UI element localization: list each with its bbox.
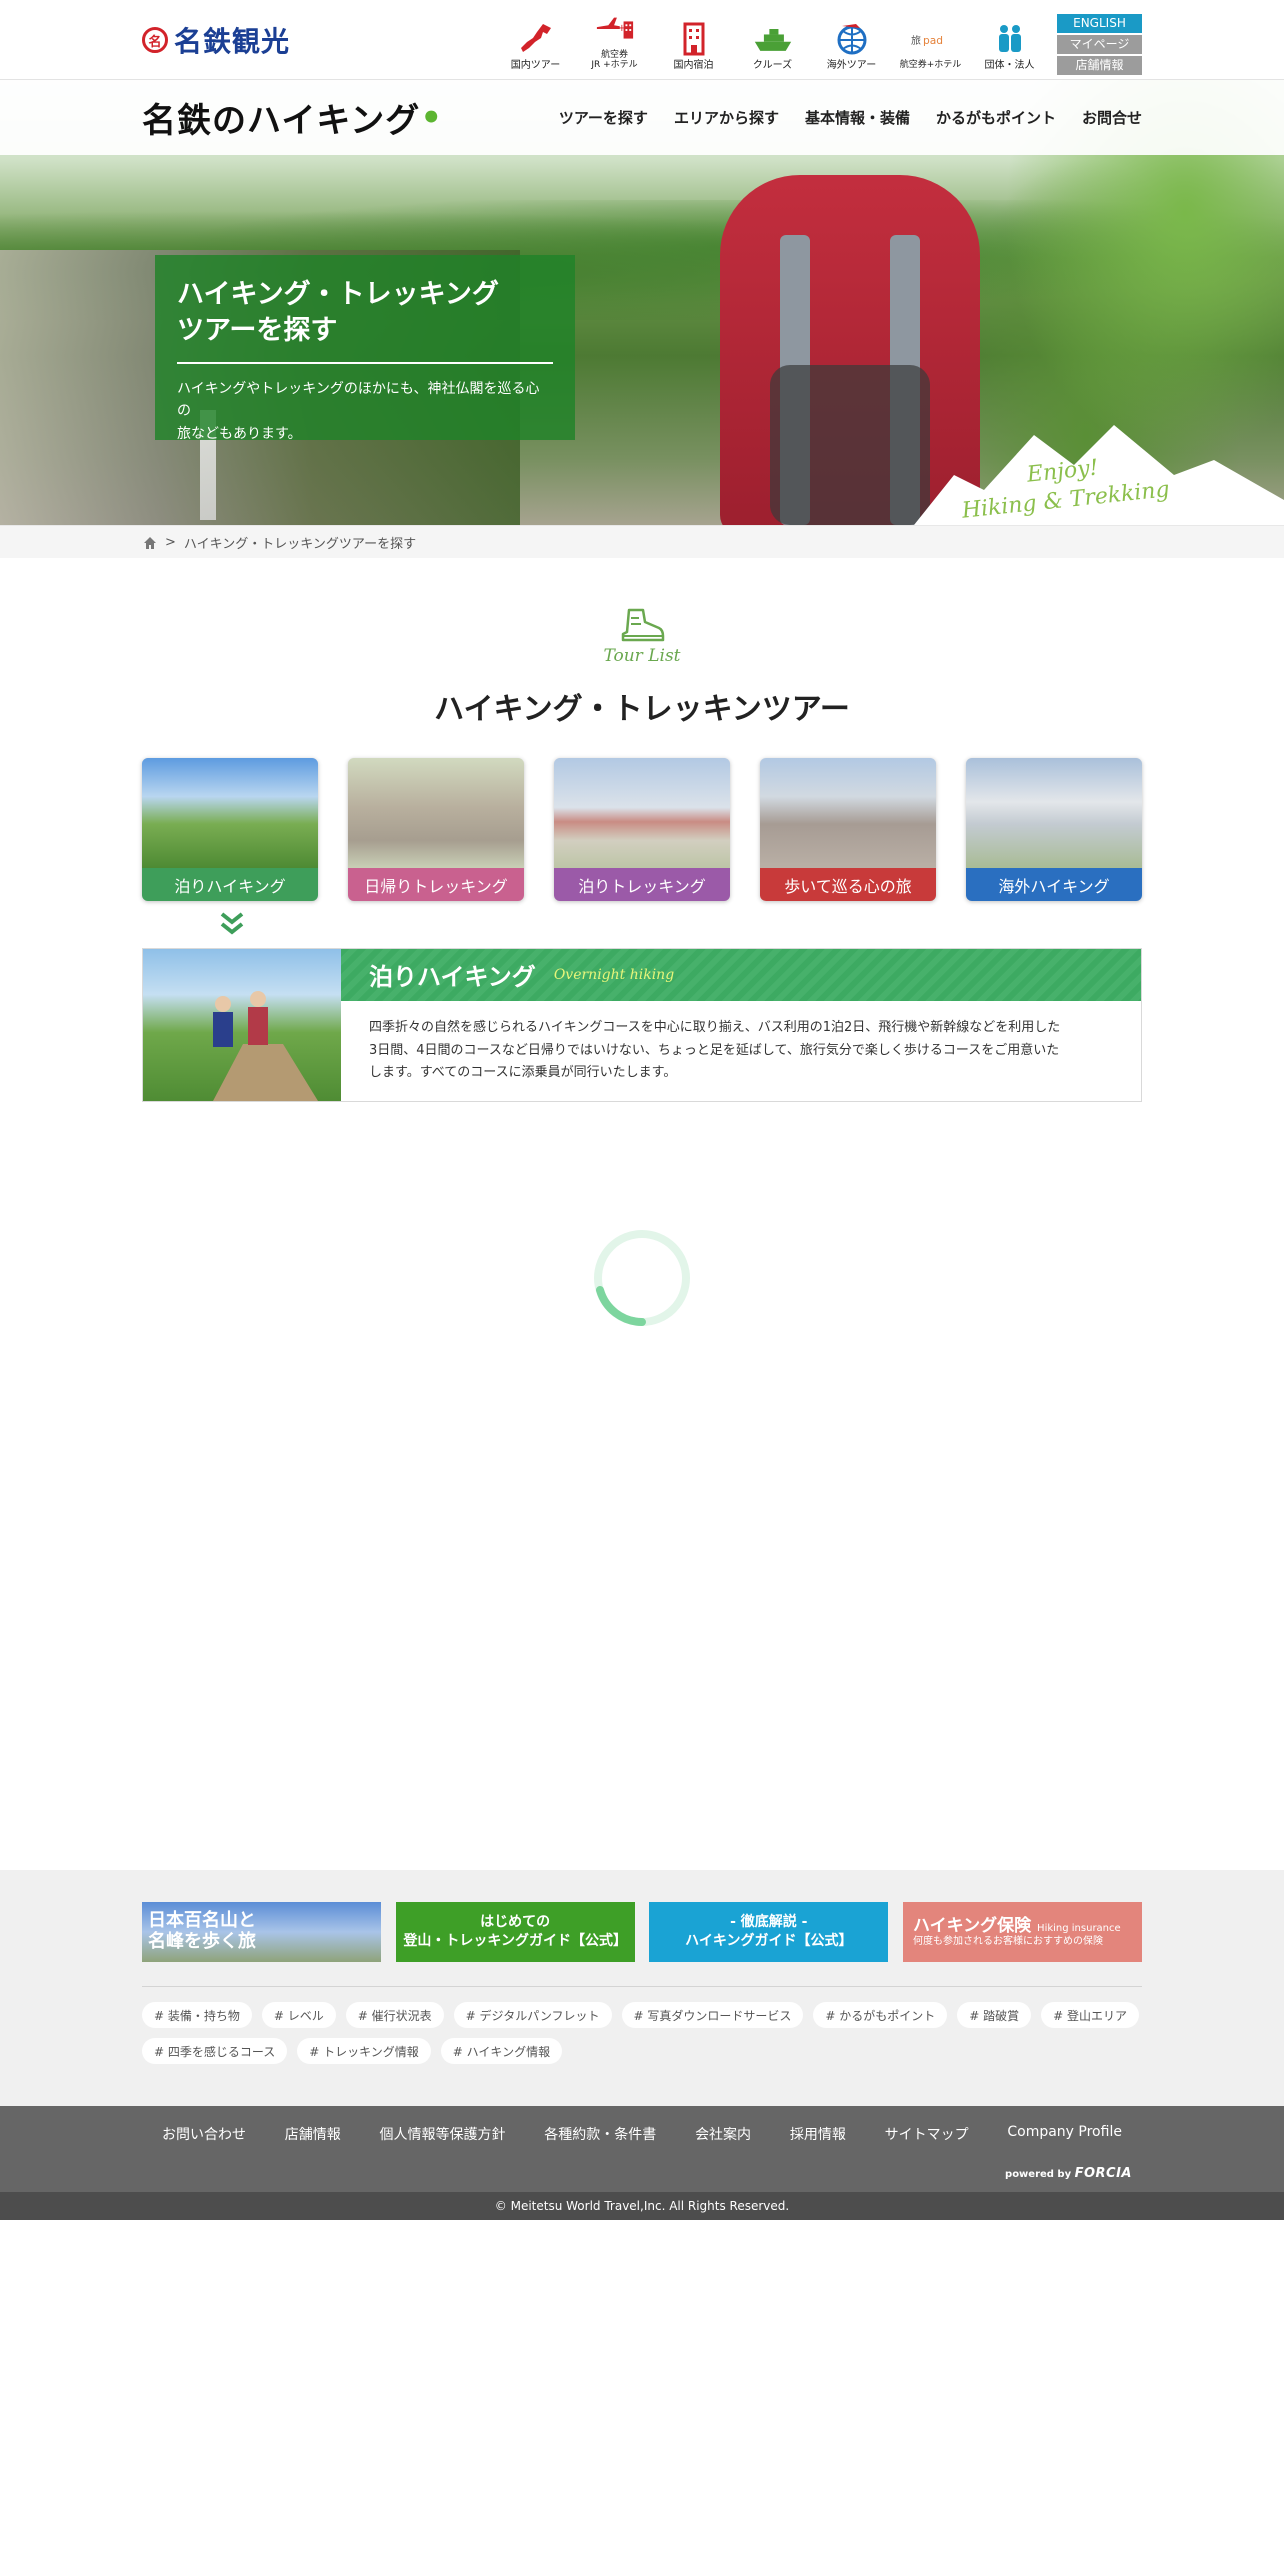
nav-cruise[interactable]: クルーズ: [733, 9, 812, 75]
category-overseas-hiking[interactable]: 海外ハイキング: [966, 758, 1142, 901]
breadcrumb: > ハイキング・トレッキングツアーを探す: [0, 525, 1284, 558]
detail-title: 泊りハイキング: [369, 963, 536, 992]
banner-100-mountains[interactable]: 日本百名山と 名峰を歩く旅: [142, 1902, 381, 1962]
category-overnight-trekking[interactable]: 泊りトレッキング: [554, 758, 730, 901]
loading-spinner-icon: [594, 1230, 690, 1326]
tag-seasonal-course[interactable]: # 四季を感じるコース: [142, 2038, 288, 2064]
tag-status[interactable]: # 催行状況表: [345, 2002, 444, 2028]
svg-text:pad: pad: [923, 34, 943, 47]
hiking-header: 名鉄のハイキング • ツアーを探す エリアから探す 基本情報・装備 かるがもポイン…: [0, 80, 1284, 155]
footer-nav-area: お問い合わせ 店舗情報 個人情報等保護方針 各種約款・条件書 会社案内 採用情報…: [0, 2106, 1284, 2192]
category-photo: [348, 758, 524, 868]
category-list: 泊りハイキング 日帰りトレッキング 泊りトレッキング 歩いて巡る心の旅 海外ハイ…: [142, 758, 1142, 901]
footer-recruit[interactable]: 採用情報: [790, 2124, 846, 2144]
tag-climbing-area[interactable]: # 登山エリア: [1041, 2002, 1139, 2028]
category-spiritual-walk[interactable]: 歩いて巡る心の旅: [760, 758, 936, 901]
nav-group-corporate[interactable]: 団体・法人: [970, 9, 1049, 75]
nav-search-tours[interactable]: ツアーを探す: [559, 107, 648, 128]
tag-equipment[interactable]: # 装備・持ち物: [142, 2002, 252, 2028]
tag-karugamo-points[interactable]: # かるがもポイント: [813, 2002, 948, 2028]
group-icon: [990, 21, 1030, 57]
store-info-button[interactable]: 店舗情報: [1057, 56, 1142, 75]
hero-divider: [177, 361, 553, 364]
category-day-trekking[interactable]: 日帰りトレッキング: [348, 758, 524, 901]
tag-list: # 装備・持ち物 # レベル # 催行状況表 # デジタルパンフレット # 写真…: [142, 2002, 1142, 2064]
nav-overseas-tour[interactable]: 海外ツアー: [812, 9, 891, 75]
tour-list-title: ハイキング・トレッキンツアー: [434, 692, 850, 727]
detail-header: 泊りハイキング Overnight hiking: [341, 949, 1141, 1001]
powered-by-forcia: powered by FORCIA: [1005, 2166, 1132, 2181]
ship-icon: [753, 21, 793, 57]
english-button[interactable]: ENGLISH: [1057, 14, 1142, 33]
nav-basics-equipment[interactable]: 基本情報・装備: [805, 107, 910, 128]
brand-name: 名鉄観光: [174, 25, 291, 58]
footer-terms[interactable]: 各種約款・条件書: [544, 2124, 656, 2144]
category-photo: [966, 758, 1142, 868]
home-icon[interactable]: [143, 536, 157, 550]
tag-photo-download[interactable]: # 写真ダウンロードサービス: [621, 2002, 804, 2028]
category-photo: [554, 758, 730, 868]
footer-stores[interactable]: 店舗情報: [285, 2124, 341, 2144]
category-photo: [142, 758, 318, 868]
category-detail: 泊りハイキング Overnight hiking 四季折々の自然を感じられるハイ…: [142, 948, 1142, 1102]
tag-trekking-info[interactable]: # トレッキング情報: [297, 2038, 431, 2064]
nav-tabipad[interactable]: 旅 pad 航空券+ホテル: [891, 9, 970, 75]
breadcrumb-current: ハイキング・トレッキングツアーを探す: [183, 537, 417, 552]
copyright: © Meitetsu World Travel,Inc. All Rights …: [0, 2192, 1284, 2220]
main-nav: ツアーを探す エリアから探す 基本情報・装備 かるがもポイント お問合せ: [559, 107, 1142, 128]
hero-description: ハイキングやトレッキングのほかにも、神社仏閣を巡る心の 旅などもあります。: [177, 380, 540, 442]
footer-privacy[interactable]: 個人情報等保護方針: [380, 2124, 506, 2144]
hiking-boot-icon: [621, 608, 665, 642]
nav-domestic-tour[interactable]: 国内ツアー: [496, 9, 575, 75]
utility-links: ENGLISH マイページ 店舗情報: [1057, 14, 1142, 75]
plane-hotel-icon: +: [595, 12, 635, 48]
top-bar: 名 名鉄観光 国内ツアー + 航空券 JR +ホテル 国内宿泊 クルーズ 海外ツ…: [0, 0, 1284, 80]
meitetsu-mark-icon: 名: [142, 27, 168, 53]
globe-icon: [832, 21, 872, 57]
tabipad-icon: 旅 pad: [911, 22, 951, 58]
service-nav: 国内ツアー + 航空券 JR +ホテル 国内宿泊 クルーズ 海外ツアー 旅 pa…: [496, 5, 1142, 75]
detail-description: 四季折々の自然を感じられるハイキングコースを中心に取り揃え、バス利用の1泊2日、…: [369, 1019, 1061, 1081]
footer-contact[interactable]: お問い合わせ: [162, 2124, 246, 2144]
tour-list-subtitle: Tour List: [603, 646, 681, 666]
tag-hiking-info[interactable]: # ハイキング情報: [440, 2038, 563, 2064]
hiking-logo[interactable]: 名鉄のハイキング •: [142, 93, 443, 142]
tour-list-section: Tour List ハイキング・トレッキンツアー 泊りハイキング 日帰りトレッキ…: [0, 608, 1284, 1102]
mypage-button[interactable]: マイページ: [1057, 35, 1142, 54]
tour-list-heading-icon: Tour List: [0, 608, 1284, 666]
footer-divider: [142, 1986, 1142, 1987]
banner-list: 日本百名山と 名峰を歩く旅 はじめての 登山・トレッキングガイド【公式】 - 徹…: [142, 1902, 1142, 1962]
banner-hiking-insurance[interactable]: ハイキング保険 Hiking insurance 何度も参加されるお客様におすす…: [902, 1902, 1142, 1962]
chevron-down-icon: [220, 912, 244, 935]
detail-subtitle: Overnight hiking: [553, 966, 675, 983]
breadcrumb-separator: >: [165, 535, 176, 550]
tag-level[interactable]: # レベル: [261, 2002, 336, 2028]
logo-dot-icon: •: [420, 97, 444, 138]
nav-air-hotel[interactable]: + 航空券 JR +ホテル: [575, 9, 654, 75]
banner-beginner-guide[interactable]: はじめての 登山・トレッキングガイド【公式】: [395, 1902, 635, 1962]
hero-title: ハイキング・トレッキング ツアーを探す: [177, 279, 499, 347]
tag-digital-pamphlet[interactable]: # デジタルパンフレット: [453, 2002, 612, 2028]
nav-karugamo-points[interactable]: かるがもポイント: [936, 107, 1056, 128]
footer-sitemap[interactable]: サイトマップ: [885, 2124, 969, 2144]
svg-text:旅: 旅: [911, 34, 921, 47]
hero-caption: ハイキング・トレッキング ツアーを探す ハイキングやトレッキングのほかにも、神社…: [155, 255, 575, 442]
nav-domestic-stay[interactable]: 国内宿泊: [654, 9, 733, 75]
detail-photo: [143, 949, 341, 1101]
banner-hiking-guide[interactable]: - 徹底解説 - ハイキングガイド【公式】: [649, 1902, 889, 1962]
meitetsu-logo[interactable]: 名 名鉄観光: [142, 20, 290, 60]
footer-links-area: 日本百名山と 名峰を歩く旅 はじめての 登山・トレッキングガイド【公式】 - 徹…: [0, 1870, 1284, 2106]
japan-map-icon: [516, 21, 556, 57]
tag-completion-award[interactable]: # 踏破賞: [957, 2002, 1032, 2028]
building-icon: [674, 21, 714, 57]
footer-company-profile[interactable]: Company Profile: [1007, 2124, 1122, 2144]
nav-search-area[interactable]: エリアから探す: [674, 107, 779, 128]
category-overnight-hiking[interactable]: 泊りハイキング: [142, 758, 318, 901]
nav-contact[interactable]: お問合せ: [1082, 107, 1142, 128]
category-photo: [760, 758, 936, 868]
svg-text:+: +: [617, 23, 625, 34]
footer-company[interactable]: 会社案内: [695, 2124, 751, 2144]
footer-nav: お問い合わせ 店舗情報 個人情報等保護方針 各種約款・条件書 会社案内 採用情報…: [142, 2124, 1142, 2144]
